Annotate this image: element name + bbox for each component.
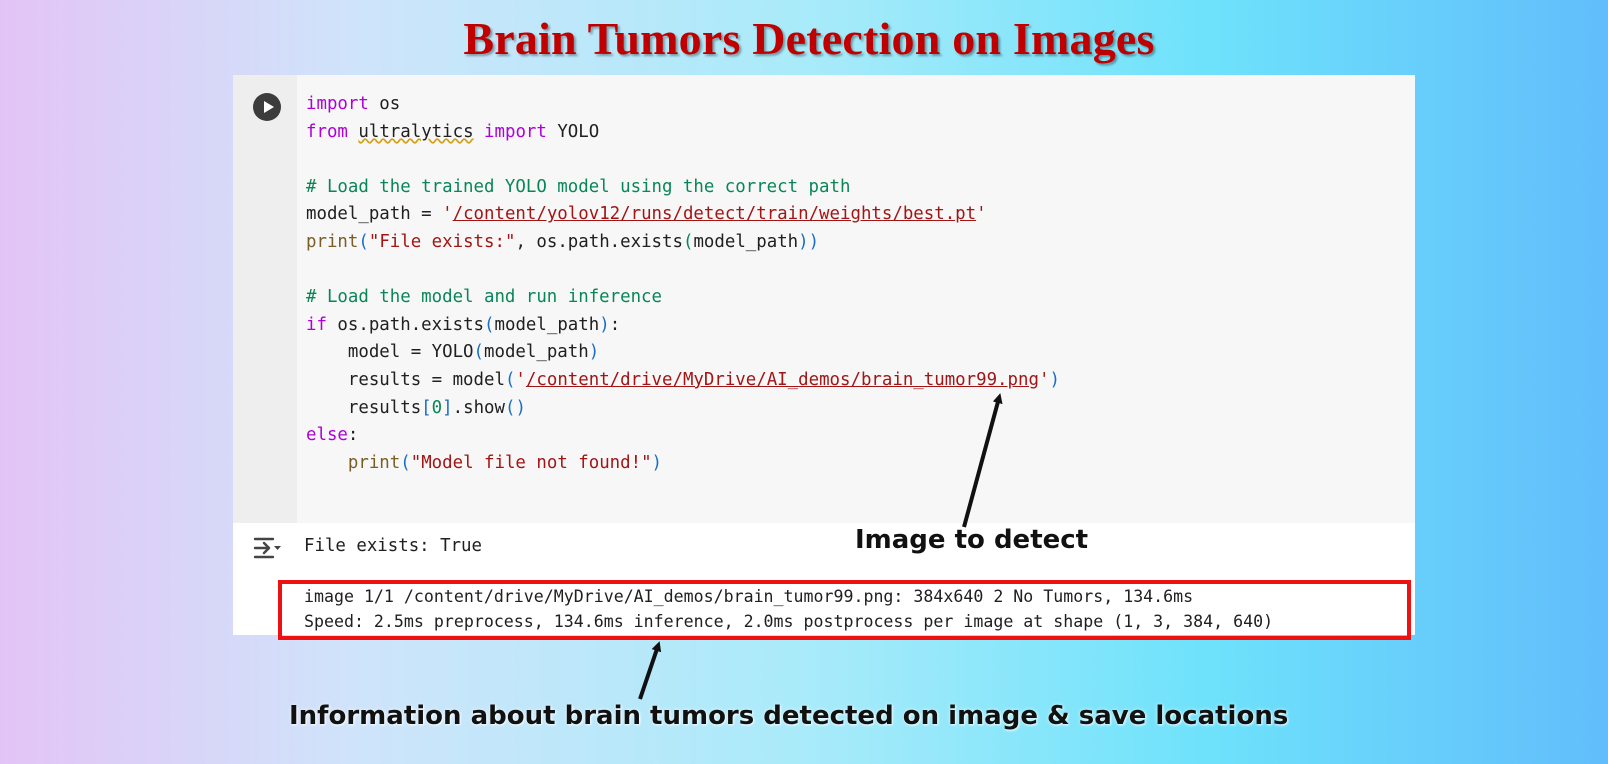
code-line-1: import os [306, 94, 401, 114]
page-title: Brain Tumors Detection on Images [463, 13, 1155, 64]
code-line-5: model_path = '/content/yolov12/runs/dete… [306, 204, 987, 225]
code-line-13: else: [306, 425, 359, 446]
code-line-12: results[0].show() [306, 397, 526, 418]
annotation-image-to-detect: Image to detect [855, 525, 1089, 555]
code-line-6: print("File exists:", os.path.exists(mod… [306, 231, 820, 252]
code-line-10: model = YOLO(model_path) [306, 342, 600, 363]
code-comment-2: # Load the model and run inference [306, 287, 662, 308]
output-speed-line: Speed: 2.5ms preprocess, 134.6ms inferen… [304, 612, 1274, 631]
code-line-14: print("Model file not found!") [347, 452, 663, 473]
code-line-9: if os.path.exists(model_path): [306, 314, 621, 335]
code-editor[interactable]: import os from ultralytics import YOLO #… [306, 91, 1060, 477]
output-detection-line: image 1/1 /content/drive/MyDrive/AI_demo… [304, 587, 1194, 606]
code-comment-1: # Load the trained YOLO model using the … [306, 176, 851, 197]
code-line-2: from ultralytics import YOLO [306, 121, 600, 142]
notebook-cell: import os from ultralytics import YOLO #… [233, 75, 1415, 635]
cell-gutter [233, 75, 297, 523]
arrow-to-output-box [638, 641, 662, 700]
output-toggle-icon[interactable] [251, 533, 283, 563]
play-circle-icon[interactable] [253, 93, 281, 121]
code-line-11: results = model('/content/drive/MyDrive/… [306, 369, 1060, 390]
annotation-info: Information about brain tumors detected … [289, 701, 1289, 731]
output-file-exists: File exists: True [304, 536, 482, 556]
